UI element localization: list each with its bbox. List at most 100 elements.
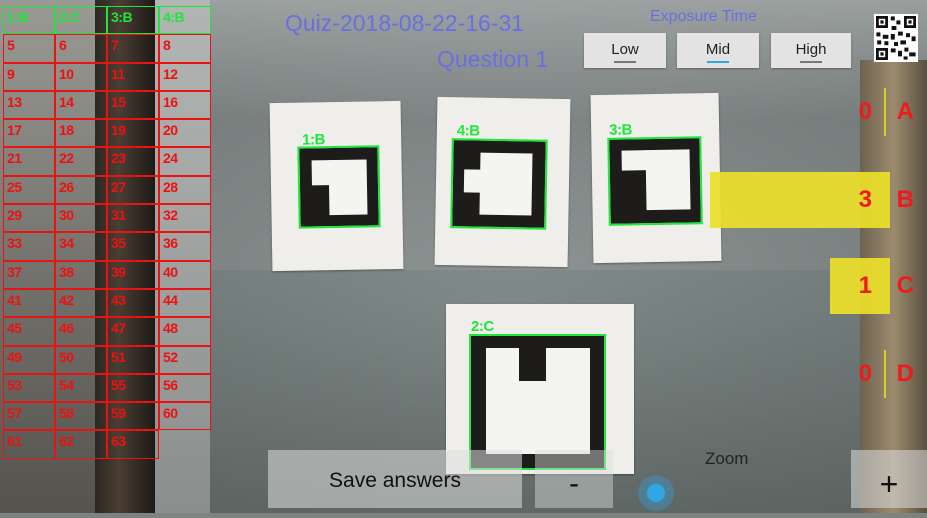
student-grid: 1:B 2:C 3:B 4:B 5 6 7 8 9 10 11 12 13 14 15 16 17 18 19 20 2… [3, 6, 211, 459]
grid-cell[interactable]: 3:B [107, 6, 159, 35]
zoom-in-button[interactable]: + [851, 450, 927, 508]
grid-cell[interactable]: 16 [159, 90, 211, 120]
tally-letter: C [896, 272, 914, 299]
grid-cell[interactable]: 46 [55, 317, 107, 346]
grid-cell[interactable]: 6 [55, 34, 107, 63]
tally-baseline [884, 88, 886, 136]
grid-cell[interactable]: 30 [55, 204, 107, 233]
exposure-mid-label: Mid [705, 41, 731, 58]
qr-code-icon[interactable] [874, 14, 918, 62]
zoom-label: Zoom [705, 449, 749, 468]
grid-cell[interactable]: 2:C [55, 6, 107, 35]
grid-cell[interactable]: 35 [107, 232, 159, 261]
exposure-indicator [614, 61, 636, 63]
exposure-low-button[interactable]: Low [584, 33, 666, 68]
marker-card: 4:B [434, 96, 571, 268]
grid-cell[interactable]: 39 [107, 260, 159, 289]
grid-cell[interactable]: 47 [107, 317, 159, 346]
grid-cell[interactable]: 56 [159, 373, 211, 403]
grid-cell[interactable]: 44 [159, 288, 211, 318]
marker-card: 3:B [590, 92, 722, 264]
detection-box [297, 145, 381, 229]
question-label: Question 1 [437, 46, 549, 72]
grid-cell[interactable]: 58 [55, 402, 107, 431]
grid-cell[interactable]: 23 [107, 147, 159, 176]
grid-cell[interactable]: 25 [3, 175, 55, 205]
zoom-slider-knob[interactable] [638, 475, 674, 511]
grid-cell[interactable]: 4:B [159, 6, 211, 35]
tally-baseline [884, 350, 886, 398]
tally-count: 0 [858, 98, 872, 125]
marker-tag: 3:B [609, 121, 632, 139]
exposure-indicator [800, 61, 822, 63]
grid-cell[interactable]: 22 [55, 147, 107, 176]
grid-cell[interactable]: 12 [159, 62, 211, 91]
grid-cell[interactable]: 31 [107, 204, 159, 233]
grid-cell[interactable]: 41 [3, 288, 55, 318]
grid-cell[interactable]: 60 [159, 402, 211, 431]
grid-cell[interactable]: 1:B [3, 6, 55, 35]
marker-card: 1:B [269, 100, 404, 272]
grid-cell[interactable]: 48 [159, 317, 211, 346]
grid-cell[interactable]: 40 [159, 260, 211, 289]
grid-cell[interactable]: 61 [3, 430, 55, 459]
grid-cell[interactable]: 24 [159, 147, 211, 176]
exposure-mid-button[interactable]: Mid [677, 33, 759, 68]
exposure-high-button[interactable]: High [771, 33, 851, 68]
grid-cell[interactable]: 20 [159, 119, 211, 148]
tally-row-b: 3B [710, 172, 920, 228]
grid-cell[interactable]: 62 [55, 430, 107, 459]
grid-cell[interactable]: 55 [107, 373, 159, 403]
grid-cell[interactable]: 7 [107, 34, 159, 63]
grid-cell[interactable]: 11 [107, 62, 159, 91]
tally-row-c: 1C [810, 258, 920, 314]
grid-cell[interactable]: 18 [55, 119, 107, 148]
zoom-out-button[interactable]: - [535, 450, 613, 508]
grid-cell[interactable]: 28 [159, 175, 211, 205]
grid-cell[interactable]: 9 [3, 62, 55, 91]
grid-cell[interactable]: 59 [107, 402, 159, 431]
grid-cell[interactable]: 45 [3, 317, 55, 346]
grid-cell[interactable]: 15 [107, 90, 159, 120]
tally-count: 3 [858, 186, 872, 213]
grid-cell[interactable]: 5 [3, 34, 55, 63]
grid-cell[interactable]: 21 [3, 147, 55, 176]
tally-row-a: 0A [810, 84, 920, 140]
grid-cell[interactable]: 8 [159, 34, 211, 63]
marker-tag: 4:B [456, 122, 480, 140]
grid-cell[interactable]: 54 [55, 373, 107, 403]
grid-cell[interactable]: 50 [55, 345, 107, 374]
grid-cell[interactable]: 36 [159, 232, 211, 261]
marker-tag: 2:C [471, 318, 494, 335]
marker-card: 2:C [446, 304, 634, 474]
grid-cell[interactable]: 43 [107, 288, 159, 318]
grid-cell[interactable]: 17 [3, 119, 55, 148]
grid-cell[interactable]: 52 [159, 345, 211, 374]
grid-cell[interactable]: 53 [3, 373, 55, 403]
save-answers-button[interactable]: Save answers [268, 450, 522, 508]
detection-box [607, 136, 703, 226]
grid-cell[interactable]: 63 [107, 430, 159, 459]
grid-cell[interactable]: 14 [55, 90, 107, 120]
grid-cell[interactable]: 13 [3, 90, 55, 120]
detection-box [450, 138, 548, 230]
tally-row-d: 0D [810, 346, 920, 402]
grid-cell[interactable]: 37 [3, 260, 55, 289]
grid-cell[interactable]: 49 [3, 345, 55, 374]
grid-cell[interactable]: 32 [159, 204, 211, 233]
grid-cell[interactable]: 57 [3, 402, 55, 431]
grid-cell[interactable]: 10 [55, 62, 107, 91]
grid-cell[interactable]: 33 [3, 232, 55, 261]
grid-cell[interactable]: 34 [55, 232, 107, 261]
tally-count: 1 [858, 272, 872, 299]
tally-letter: D [896, 360, 914, 387]
tally-letter: B [896, 186, 914, 213]
grid-cell[interactable]: 42 [55, 288, 107, 318]
grid-cell[interactable]: 19 [107, 119, 159, 148]
grid-cell[interactable]: 38 [55, 260, 107, 289]
quiz-title: Quiz-2018-08-22-16-31 [285, 10, 525, 36]
grid-cell[interactable]: 51 [107, 345, 159, 374]
grid-cell[interactable]: 26 [55, 175, 107, 205]
grid-cell[interactable]: 27 [107, 175, 159, 205]
grid-cell[interactable]: 29 [3, 204, 55, 233]
